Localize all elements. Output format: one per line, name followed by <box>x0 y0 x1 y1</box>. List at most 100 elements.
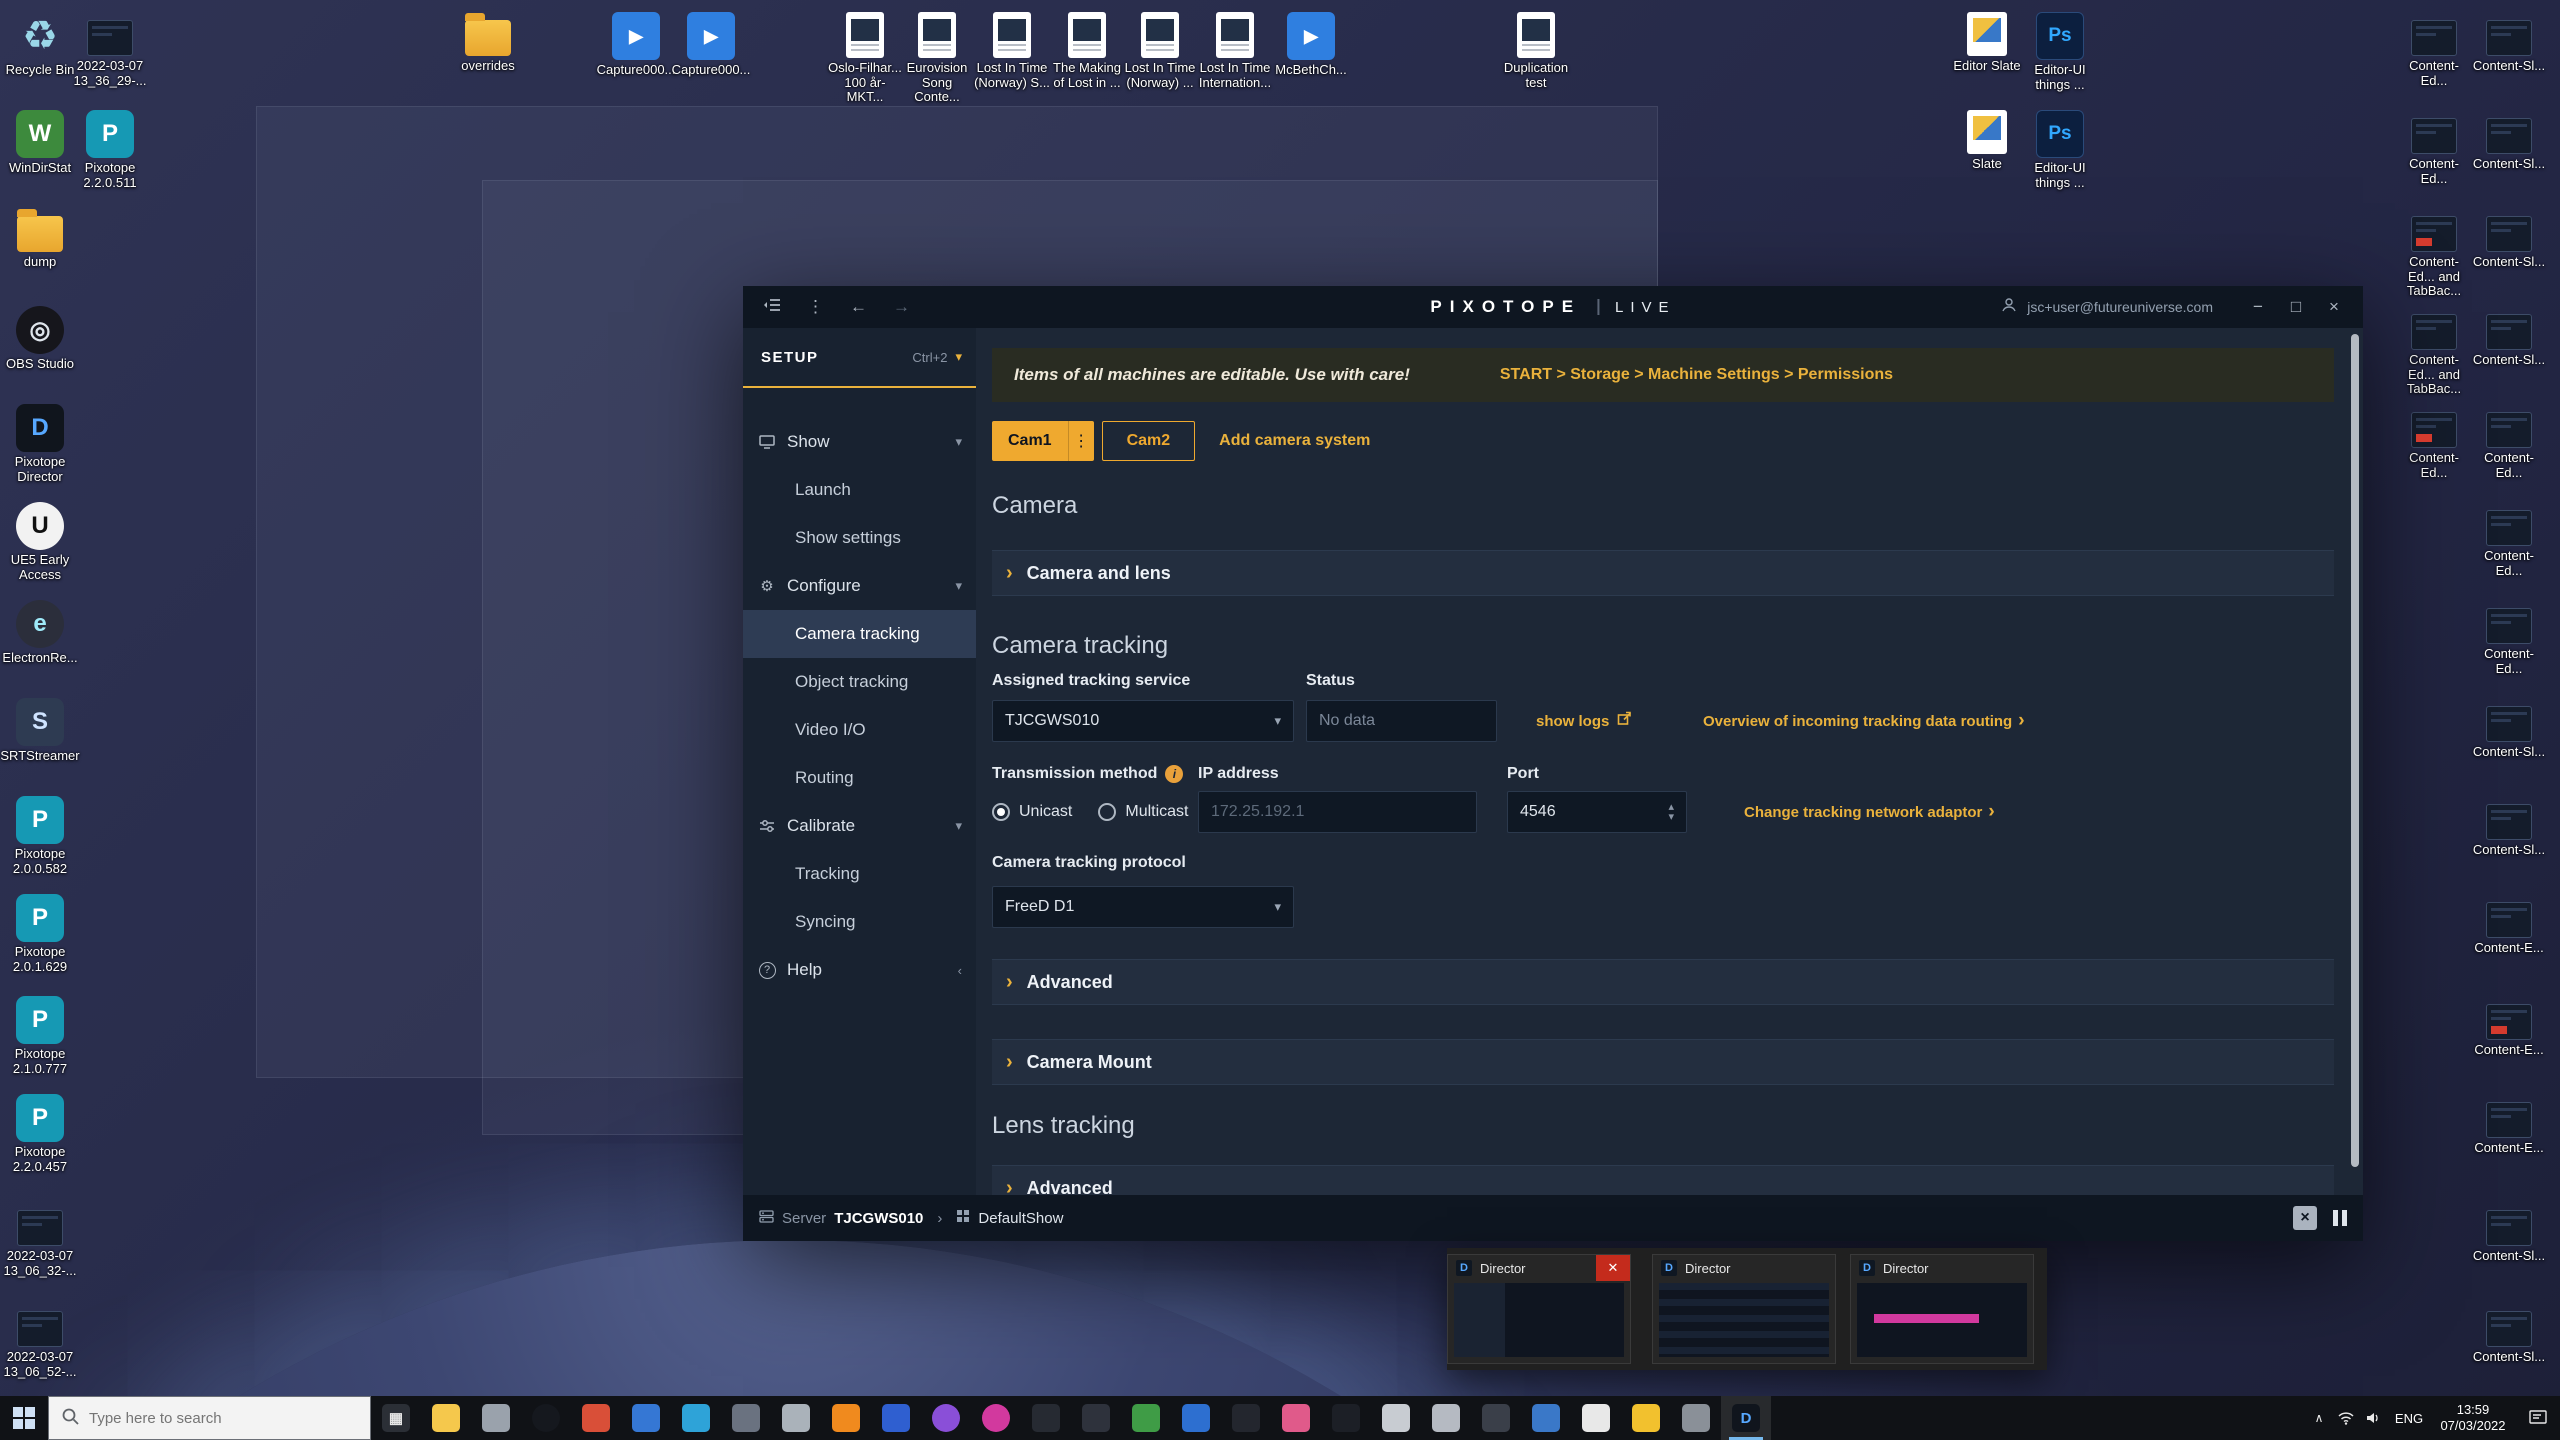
start-button[interactable] <box>0 1396 48 1440</box>
volume-icon[interactable] <box>2360 1411 2388 1425</box>
taskbar-app[interactable] <box>1621 1396 1671 1440</box>
desktop-icon[interactable]: Content-Ed... and TabBac... <box>2396 306 2472 397</box>
nav-group-show[interactable]: Show ▾ <box>743 418 976 466</box>
taskbar-app[interactable] <box>1321 1396 1371 1440</box>
radio-multicast[interactable]: Multicast <box>1098 803 1188 821</box>
collapsible-advanced[interactable]: › Advanced <box>992 959 2334 1005</box>
hidden-icons-chevron[interactable]: ∧ <box>2306 1411 2332 1425</box>
search-input[interactable] <box>89 1410 358 1427</box>
director-window-preview[interactable]: D Director ✕ <box>1447 1254 1631 1364</box>
sidebar-collapse-icon[interactable] <box>763 297 781 317</box>
tracking-routing-overview-link[interactable]: Overview of incoming tracking data routi… <box>1703 700 2025 742</box>
info-icon[interactable]: i <box>1165 765 1183 783</box>
director-window-preview[interactable]: D Director <box>1652 1254 1836 1364</box>
user-email[interactable]: jsc+user@futureuniverse.com <box>2027 299 2213 315</box>
taskbar-app[interactable] <box>671 1396 721 1440</box>
pause-icon[interactable] <box>2333 1210 2347 1226</box>
tab-cam2[interactable]: Cam2 <box>1102 421 1196 461</box>
collapsible-camera-mount[interactable]: › Camera Mount <box>992 1039 2334 1085</box>
preview-thumbnail[interactable] <box>1454 1283 1624 1357</box>
desktop-icon[interactable]: Content-Ed... <box>2396 404 2472 480</box>
sidebar-item-camera-tracking[interactable]: Camera tracking <box>743 610 976 658</box>
maximize-button[interactable]: □ <box>2277 297 2315 317</box>
collapsible-lens-advanced[interactable]: › Advanced <box>992 1165 2334 1195</box>
collapsible-camera-and-lens[interactable]: › Camera and lens <box>992 550 2334 596</box>
preview-thumbnail[interactable] <box>1659 1283 1829 1357</box>
language-indicator[interactable]: ENG <box>2388 1411 2430 1426</box>
desktop-icon[interactable]: Content-E... <box>2471 894 2547 956</box>
minimize-button[interactable]: − <box>2239 297 2277 317</box>
taskbar-app[interactable]: D <box>1721 1396 1771 1440</box>
port-input[interactable] <box>1520 803 1668 821</box>
taskbar-app[interactable] <box>1221 1396 1271 1440</box>
port-field[interactable]: ▴ ▾ <box>1507 791 1687 833</box>
taskbar-app[interactable] <box>921 1396 971 1440</box>
taskbar-app[interactable] <box>1171 1396 1221 1440</box>
taskbar-app[interactable] <box>821 1396 871 1440</box>
ip-address-input[interactable] <box>1211 803 1464 821</box>
nav-group-configure[interactable]: ⚙ Configure ▾ <box>743 562 976 610</box>
radio-unicast[interactable]: Unicast <box>992 803 1072 821</box>
show-logs-link[interactable]: show logs <box>1536 700 1632 742</box>
taskbar-app[interactable] <box>1421 1396 1471 1440</box>
nav-group-calibrate[interactable]: Calibrate ▾ <box>743 802 976 850</box>
taskbar-app[interactable] <box>1021 1396 1071 1440</box>
sidebar-item-object-tracking[interactable]: Object tracking <box>743 658 976 706</box>
desktop-icon[interactable]: Content-Ed... <box>2471 600 2547 676</box>
assigned-tracking-service-dropdown[interactable]: TJCGWS010 ▾ <box>992 700 1294 742</box>
director-window-preview[interactable]: D Director <box>1850 1254 2034 1364</box>
desktop-icon[interactable]: Content-Ed... and TabBac... <box>2396 208 2472 299</box>
action-center-icon[interactable] <box>2516 1410 2560 1426</box>
desktop-icon[interactable]: Content-Ed... <box>2396 110 2472 186</box>
sidebar-item-video-io[interactable]: Video I/O <box>743 706 976 754</box>
workspace-switcher[interactable]: SETUP Ctrl+2 ▾ <box>743 328 976 388</box>
network-icon[interactable] <box>2332 1412 2360 1425</box>
taskbar-app[interactable] <box>1471 1396 1521 1440</box>
desktop-icon[interactable]: Content-Ed... <box>2471 404 2547 480</box>
desktop-icon[interactable]: Content-Sl... <box>2471 1202 2547 1264</box>
server-name[interactable]: TJCGWS010 <box>834 1210 923 1227</box>
taskbar-app[interactable] <box>1121 1396 1171 1440</box>
sidebar-item-tracking[interactable]: Tracking <box>743 850 976 898</box>
back-icon[interactable]: ← <box>850 297 867 317</box>
taskbar-app[interactable] <box>521 1396 571 1440</box>
taskbar-app[interactable] <box>1571 1396 1621 1440</box>
taskbar-app[interactable] <box>721 1396 771 1440</box>
stepper-down-icon[interactable]: ▾ <box>1668 812 1674 822</box>
desktop-icon[interactable]: Content-Ed... <box>2396 12 2472 88</box>
preview-thumbnail[interactable] <box>1857 1283 2027 1357</box>
desktop-icon[interactable]: Content-Ed... <box>2471 502 2547 578</box>
taskbar-app[interactable] <box>1071 1396 1121 1440</box>
ip-address-field[interactable] <box>1198 791 1477 833</box>
taskbar-app[interactable] <box>1371 1396 1421 1440</box>
desktop-icon[interactable]: Content-Sl... <box>2471 110 2547 172</box>
close-button[interactable]: × <box>2315 297 2353 317</box>
desktop-icon[interactable]: Content-Sl... <box>2471 698 2547 760</box>
taskbar-search[interactable] <box>48 1396 371 1440</box>
breadcrumb[interactable]: START > Storage > Machine Settings > Per… <box>1500 366 1893 384</box>
desktop-icon[interactable]: Content-Sl... <box>2471 306 2547 368</box>
taskbar-app[interactable] <box>471 1396 521 1440</box>
close-icon[interactable]: ✕ <box>1596 1255 1630 1281</box>
add-camera-system-link[interactable]: Add camera system <box>1219 432 1370 450</box>
clock[interactable]: 13:59 07/03/2022 <box>2430 1402 2516 1435</box>
tab-cam1[interactable]: Cam1 ⋮ <box>992 421 1094 461</box>
desktop-icon[interactable]: Content-Sl... <box>2471 12 2547 74</box>
sidebar-item-routing[interactable]: Routing <box>743 754 976 802</box>
kebab-menu-icon[interactable]: ⋮ <box>807 297 824 317</box>
disconnect-icon[interactable]: × <box>2293 1206 2317 1230</box>
scrollbar-thumb[interactable] <box>2351 334 2359 1167</box>
change-network-adaptor-link[interactable]: Change tracking network adaptor › <box>1744 791 1995 833</box>
taskbar-app[interactable] <box>571 1396 621 1440</box>
desktop-icon[interactable]: Content-E... <box>2471 1094 2547 1156</box>
tab-kebab-icon[interactable]: ⋮ <box>1068 421 1094 461</box>
desktop-icon[interactable]: Content-E... <box>2471 996 2547 1058</box>
desktop-icon[interactable]: Content-Sl... <box>2471 796 2547 858</box>
forward-icon[interactable]: → <box>893 297 910 317</box>
sidebar-item-syncing[interactable]: Syncing <box>743 898 976 946</box>
nav-group-help[interactable]: ? Help ‹ <box>743 946 976 994</box>
taskbar-app[interactable] <box>1271 1396 1321 1440</box>
taskbar-app[interactable] <box>621 1396 671 1440</box>
show-name[interactable]: DefaultShow <box>978 1210 1063 1227</box>
taskbar-app[interactable] <box>971 1396 1021 1440</box>
